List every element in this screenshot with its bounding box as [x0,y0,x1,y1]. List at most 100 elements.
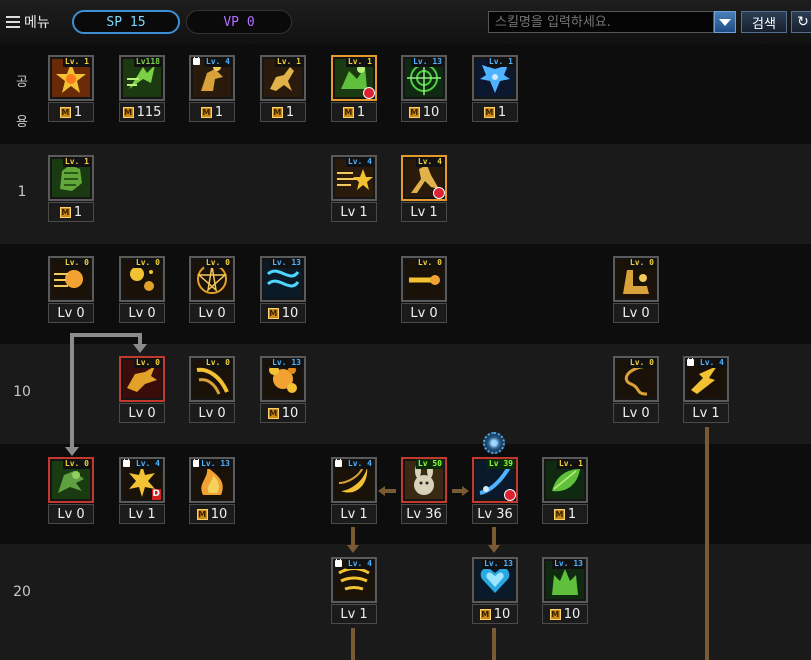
lock-icon [335,559,342,567]
skill-slot[interactable]: Lv. 1 M1 [331,55,377,122]
skill-slot[interactable]: Lv. 4 M1 [189,55,235,122]
skill-foot: M 10 [542,604,588,624]
skill-slot[interactable]: Lv. 1 M1 [542,457,588,524]
skill-slot[interactable]: Lv. 0 Lv 0 [401,256,447,323]
mastery-icon: M [267,407,279,419]
menu-button[interactable]: 메뉴 [6,12,50,32]
skill-level-tag: Lv. 4 [697,358,726,368]
skill-slot[interactable]: Lv. 13 M 10 [260,356,306,423]
skill-foot: Lv 1 [331,202,377,222]
mastery-icon: M [408,106,420,118]
hamburger-icon [6,16,20,28]
skill-icon-frame: Lv. 0 [189,356,235,402]
skill-slot[interactable]: Lv. 4 Lv 1 [331,457,377,524]
skill-level-tag: Lv. 0 [133,258,162,268]
skill-icon-frame: Lv. 4 D [119,457,165,503]
mastery-icon: M [479,608,491,620]
top-bar: 메뉴 SP 15 VP 0 검색 ↻ [0,0,811,45]
lock-icon [193,57,200,65]
skill-icon-frame: Lv. 1 [48,155,94,201]
skill-slot[interactable]: Lv. 0 Lv 0 [48,457,94,524]
skill-foot: M 10 [472,604,518,624]
link-line [492,527,496,547]
skill-foot-value: 1 [567,506,577,522]
skill-level-tag: Lv. 1 [62,157,91,167]
skill-slot[interactable]: Lv. 13 M 10 [542,557,588,624]
skill-level-tag: Lv. 1 [345,57,374,67]
skill-slot[interactable]: Lv. 0 Lv 0 [613,256,659,323]
skill-slot[interactable]: Lv 39 Lv 36 [472,457,518,524]
skill-slot[interactable]: Lv. 0 Lv 0 [119,356,165,423]
skill-slot[interactable]: Lv118 M 115 [119,55,165,122]
skill-foot-value: 10 [563,606,581,622]
skill-foot-value: 1 [285,104,295,120]
arrow-left-icon [378,486,385,496]
skill-slot[interactable]: Lv. 4 D Lv 1 [119,457,165,524]
row-label-10: 10 [13,384,31,400]
skill-foot-value: 10 [281,305,299,321]
mastery-icon: M [122,106,134,118]
skill-icon-frame: Lv. 1 [472,55,518,101]
skill-level-tag: Lv. 0 [203,258,232,268]
link-line [384,489,396,493]
row-level-20 [0,544,811,660]
skill-level-tag: Lv. 13 [552,559,585,569]
arrow-down-icon [65,447,79,456]
cooldown-clock-icon [433,187,445,199]
skill-icon-frame: Lv. 13 [401,55,447,101]
link-line [351,527,355,547]
skill-icon-frame: Lv. 0 [48,457,94,503]
skill-slot[interactable]: Lv. 4 Lv 1 [683,356,729,423]
skill-slot[interactable]: Lv. 1 M1 [260,55,306,122]
skill-slot[interactable]: Lv. 0 Lv 0 [119,256,165,323]
lock-icon [687,358,694,366]
skill-foot: Lv 36 [401,504,447,524]
search-button[interactable]: 검색 [741,11,787,33]
skill-slot[interactable]: Lv. 4 Lv 1 [331,155,377,222]
skill-slot[interactable]: Lv. 0 Lv 0 [189,356,235,423]
skill-foot-value: 10 [210,506,228,522]
cooldown-clock-icon [363,87,375,99]
skill-slot[interactable]: Lv. 4 Lv 1 [401,155,447,222]
skill-slot[interactable]: Lv. 13 M 10 [189,457,235,524]
skill-slot[interactable]: Lv. 13 M 10 [401,55,447,122]
skill-slot[interactable]: Lv. 1 M1 [472,55,518,122]
skill-level-tag: Lv. 0 [133,358,162,368]
refresh-button[interactable]: ↻ [791,11,811,33]
skill-slot[interactable]: Lv. 13 M 10 [472,557,518,624]
skill-foot: M1 [48,202,94,222]
skill-level-tag: Lv. 13 [411,57,444,67]
skill-slot[interactable]: Lv. 0 Lv 0 [189,256,235,323]
skill-icon-frame: Lv. 13 [260,356,306,402]
skill-level-tag: Lv. 4 [133,459,162,469]
lock-icon [123,459,130,467]
skill-foot-value: 1 [356,104,366,120]
link-line [351,628,355,660]
skill-slot[interactable]: Lv. 4 Lv 1 [331,557,377,624]
skill-search-input[interactable] [488,11,714,33]
skill-foot-value: 1 [73,204,83,220]
skill-slot[interactable]: Lv. 1 M1 [48,55,94,122]
skill-icon-frame: Lv. 0 [613,256,659,302]
mastery-icon: M [553,508,565,520]
skill-foot: Lv 1 [401,202,447,222]
search-dropdown-button[interactable] [714,11,736,33]
skill-foot-value: 10 [493,606,511,622]
skill-icon-frame: Lv 39 [472,457,518,503]
skill-level-tag: Lv. 1 [62,57,91,67]
arrow-down-icon [133,344,147,353]
skill-slot[interactable]: Lv. 1 M1 [48,155,94,222]
arrow-down-icon [488,545,500,553]
skill-slot[interactable]: Lv 50 Lv 36 [401,457,447,524]
skill-slot[interactable]: Lv. 13 M 10 [260,256,306,323]
skill-foot: M 10 [260,403,306,423]
skill-level-tag: Lv. 0 [627,358,656,368]
skill-foot: Lv 0 [189,303,235,323]
skill-foot: Lv 0 [613,303,659,323]
skill-slot[interactable]: Lv. 0 Lv 0 [613,356,659,423]
skill-foot: Lv 0 [189,403,235,423]
skill-slot[interactable]: Lv. 0 Lv 0 [48,256,94,323]
arrow-down-icon [347,545,359,553]
skill-level-tag: Lv. 0 [627,258,656,268]
lock-icon [335,459,342,467]
